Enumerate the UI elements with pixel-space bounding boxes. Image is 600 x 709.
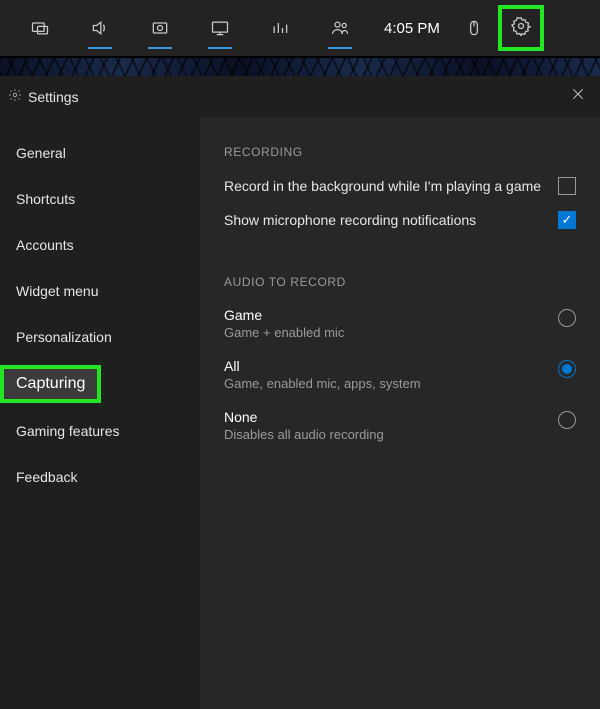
gear-icon (8, 88, 22, 105)
sidebar-item-shortcuts[interactable]: Shortcuts (0, 181, 200, 217)
display-icon[interactable] (190, 0, 250, 57)
widget-menu-icon[interactable] (10, 0, 70, 57)
radio-none[interactable] (558, 411, 576, 429)
audio-heading: AUDIO TO RECORD (224, 275, 576, 289)
sidebar-item-capturing[interactable]: Capturing (16, 375, 85, 392)
settings-panel: Settings General Shortcuts Accounts Widg… (0, 76, 600, 709)
radio-none-sub: Disables all audio recording (224, 427, 384, 442)
sidebar-item-accounts[interactable]: Accounts (0, 227, 200, 263)
radio-game[interactable] (558, 309, 576, 327)
settings-title: Settings (28, 89, 79, 105)
radio-all-sub: Game, enabled mic, apps, system (224, 376, 421, 391)
sidebar-item-feedback[interactable]: Feedback (0, 459, 200, 495)
mic-notif-label: Show microphone recording notifications (224, 212, 476, 228)
sidebar-item-widget-menu[interactable]: Widget menu (0, 273, 200, 309)
recording-heading: RECORDING (224, 145, 576, 159)
volume-icon[interactable] (70, 0, 130, 57)
close-button[interactable] (570, 86, 586, 107)
mouse-icon[interactable] (454, 0, 494, 57)
capture-icon[interactable] (130, 0, 190, 57)
sidebar-item-general[interactable]: General (0, 135, 200, 171)
radio-game-title: Game (224, 307, 344, 323)
mic-notif-checkbox[interactable] (558, 211, 576, 229)
radio-all[interactable] (558, 360, 576, 378)
bg-record-checkbox[interactable] (558, 177, 576, 195)
sidebar-item-capturing-highlight: Capturing (0, 365, 101, 403)
settings-gear-highlight (498, 5, 544, 51)
settings-header: Settings (0, 76, 600, 117)
party-icon[interactable] (310, 0, 370, 57)
clock-time: 4:05 PM (370, 20, 454, 37)
sidebar-item-personalization[interactable]: Personalization (0, 319, 200, 355)
radio-game-sub: Game + enabled mic (224, 325, 344, 340)
settings-sidebar: General Shortcuts Accounts Widget menu P… (0, 117, 200, 709)
bg-record-label: Record in the background while I'm playi… (224, 178, 541, 194)
radio-all-title: All (224, 358, 421, 374)
sidebar-item-gaming-features[interactable]: Gaming features (0, 413, 200, 449)
game-bar: 4:05 PM (0, 0, 600, 58)
radio-none-title: None (224, 409, 384, 425)
settings-content: RECORDING Record in the background while… (200, 117, 600, 709)
wallpaper-strip (0, 58, 600, 76)
performance-icon[interactable] (250, 0, 310, 57)
gear-icon[interactable] (511, 16, 531, 41)
